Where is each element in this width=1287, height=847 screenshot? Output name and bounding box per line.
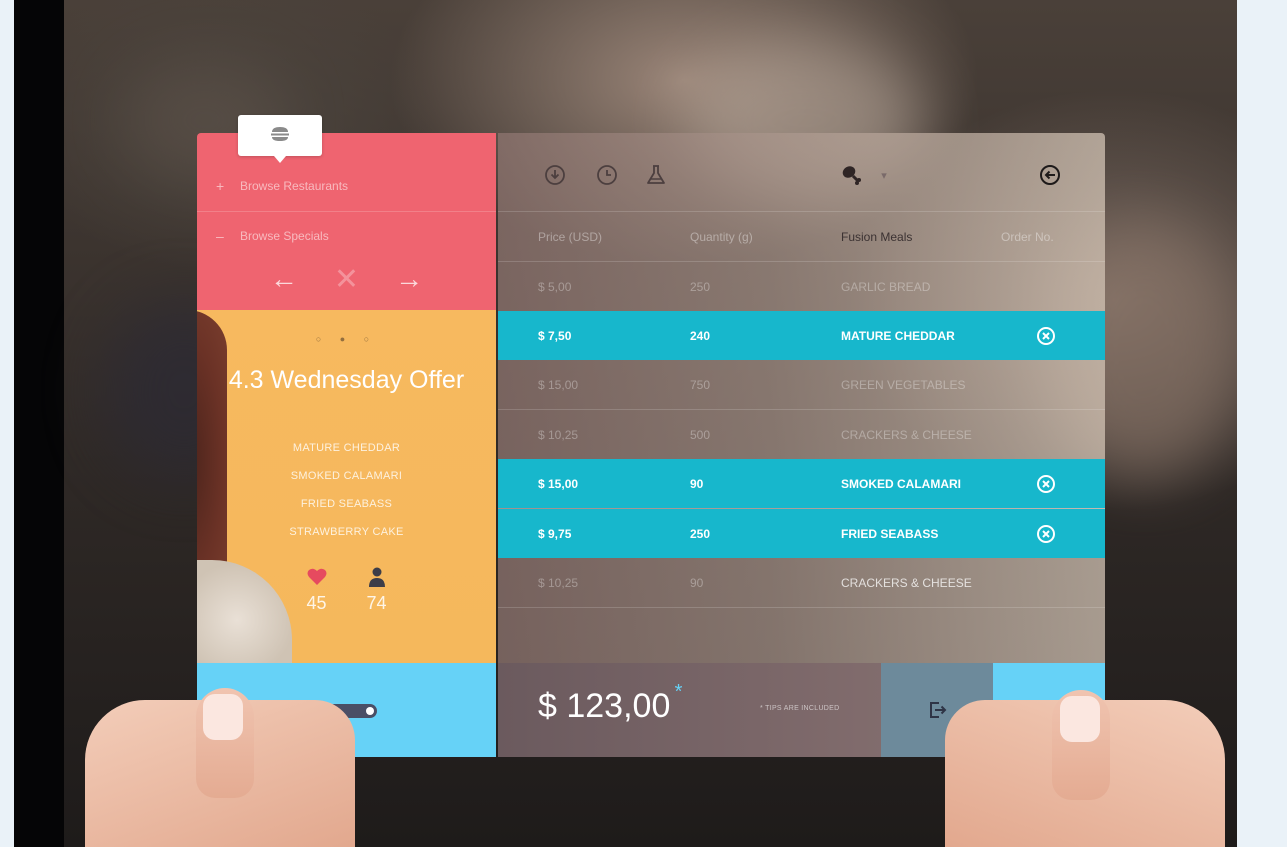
order-table-panel: ▾ Price (USD) Quantity (g) Fusion Meals … xyxy=(498,133,1105,663)
user-icon xyxy=(368,567,385,587)
cell-quantity: 500 xyxy=(690,427,711,442)
cell-quantity: 240 xyxy=(690,328,711,343)
cell-meal: FRIED SEABASS xyxy=(841,526,939,541)
carousel-dots[interactable]: ○ ● ○ xyxy=(197,334,496,344)
arrow-left-icon[interactable]: ← xyxy=(270,263,298,295)
cell-quantity: 90 xyxy=(690,575,704,590)
cell-price: $ 10,25 xyxy=(538,427,579,442)
cell-quantity: 250 xyxy=(690,526,711,541)
offer-item: FRIED SEABASS xyxy=(300,498,393,510)
table-header: Price (USD) Quantity (g) Fusion Meals Or… xyxy=(498,212,1105,261)
offer-item: SMOKED CALAMARI xyxy=(290,470,403,482)
cell-quantity: 90 xyxy=(690,476,704,491)
menu-item-browse-restaurants[interactable]: + Browse Restaurants xyxy=(197,162,496,210)
download-icon[interactable] xyxy=(543,163,567,187)
row-divider xyxy=(498,607,1105,608)
cell-meal: CRACKERS & CHEESE xyxy=(841,575,972,590)
left-thumbnail xyxy=(203,694,243,740)
cell-price: $ 15,00 xyxy=(538,377,579,392)
burger-icon xyxy=(271,127,289,141)
header-order-no[interactable]: Order No. xyxy=(1001,230,1054,244)
toolbar: ▾ xyxy=(498,163,1105,209)
menu-tooltip[interactable] xyxy=(238,115,322,163)
likes-count: 45 xyxy=(306,593,327,613)
cell-meal: MATURE CHEDDAR xyxy=(841,328,955,343)
cell-price: $ 15,00 xyxy=(538,476,579,491)
menu-item-browse-specials[interactable]: – Browse Specials xyxy=(197,212,496,260)
header-meal[interactable]: Fusion Meals xyxy=(841,230,912,244)
flask-icon[interactable] xyxy=(644,163,668,187)
header-price[interactable]: Price (USD) xyxy=(538,230,602,244)
offer-item: STRAWBERRY CAKE xyxy=(289,526,404,538)
chevron-down-icon[interactable]: ▾ xyxy=(872,163,896,187)
offer-title: 4.3 Wednesday Offer xyxy=(228,366,465,394)
heart-icon xyxy=(307,568,326,585)
total-amount: $ 123,00 xyxy=(538,687,671,725)
offer-card: ○ ● ○ 4.3 Wednesday Offer MATURE CHEDDAR… xyxy=(197,310,496,663)
table-row[interactable]: $ 10,25 90 CRACKERS & CHEESE xyxy=(498,558,1105,607)
users-count: 74 xyxy=(366,593,387,613)
remove-item-icon[interactable] xyxy=(1036,326,1056,349)
remove-item-icon[interactable] xyxy=(1036,524,1056,547)
exit-icon xyxy=(930,702,947,718)
cell-meal: GREEN VEGETABLES xyxy=(841,377,966,392)
plus-icon: + xyxy=(216,178,225,194)
toggle-knob xyxy=(366,707,374,715)
offer-stats: 45 74 xyxy=(197,565,496,614)
cell-meal: GARLIC BREAD xyxy=(841,279,931,294)
table-row[interactable]: $ 10,25 500 CRACKERS & CHEESE xyxy=(498,410,1105,459)
table-row[interactable]: $ 5,00 250 GARLIC BREAD xyxy=(498,262,1105,311)
offer-items-list: MATURE CHEDDAR SMOKED CALAMARI FRIED SEA… xyxy=(197,434,496,546)
table-row-selected[interactable]: $ 15,00 90 SMOKED CALAMARI xyxy=(498,459,1105,508)
table-row-selected[interactable]: $ 9,75 250 FRIED SEABASS xyxy=(498,509,1105,558)
cell-price: $ 9,75 xyxy=(538,526,572,541)
cell-meal: CRACKERS & CHEESE xyxy=(841,427,972,442)
close-icon[interactable]: ✕ xyxy=(334,262,359,297)
tips-note: * TIPS ARE INCLUDED xyxy=(760,705,840,712)
menu-item-label: Browse Specials xyxy=(240,229,329,243)
cell-quantity: 250 xyxy=(690,279,711,294)
table-row-selected[interactable]: $ 7,50 240 MATURE CHEDDAR xyxy=(498,311,1105,360)
cell-price: $ 5,00 xyxy=(538,279,572,294)
header-quantity[interactable]: Quantity (g) xyxy=(690,230,753,244)
cell-meal: SMOKED CALAMARI xyxy=(841,476,961,491)
right-thumbnail xyxy=(1060,696,1100,742)
cell-price: $ 10,25 xyxy=(538,575,579,590)
order-total: $ 123,00 * xyxy=(538,681,682,726)
promo-navigation: ← ✕ → xyxy=(197,258,496,300)
remove-item-icon[interactable] xyxy=(1036,474,1056,497)
cell-price: $ 7,50 xyxy=(538,328,572,343)
minus-icon: – xyxy=(216,228,224,244)
menu-item-label: Browse Restaurants xyxy=(240,179,349,193)
users-stat[interactable]: 74 xyxy=(362,565,392,614)
total-asterisk: * xyxy=(674,681,683,703)
cell-quantity: 750 xyxy=(690,377,711,392)
back-circle-icon[interactable] xyxy=(1038,163,1062,187)
table-row[interactable]: $ 15,00 750 GREEN VEGETABLES xyxy=(498,360,1105,409)
clock-icon[interactable] xyxy=(595,163,619,187)
arrow-right-icon[interactable]: → xyxy=(395,263,423,295)
likes-stat[interactable]: 45 xyxy=(302,565,332,614)
offer-item: MATURE CHEDDAR xyxy=(292,442,401,454)
drumstick-icon[interactable] xyxy=(840,163,864,187)
